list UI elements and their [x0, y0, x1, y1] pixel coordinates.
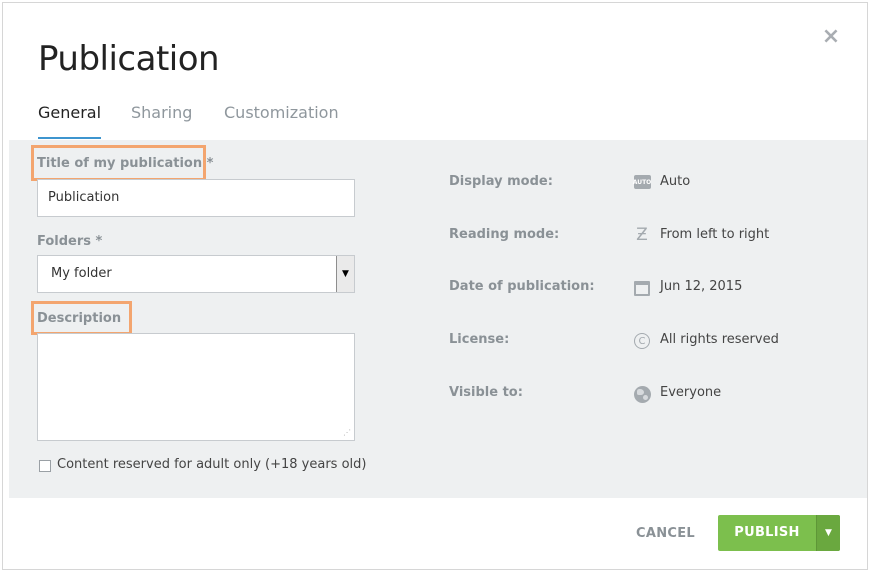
tab-sharing[interactable]: Sharing	[131, 103, 192, 139]
close-icon[interactable]: ×	[821, 26, 841, 48]
dialog-title: Publication	[38, 39, 220, 79]
reading-mode-label: Reading mode:	[449, 227, 560, 242]
reading-mode-value[interactable]: From left to right	[660, 227, 769, 242]
display-mode-label: Display mode:	[449, 174, 553, 189]
title-input-value: Publication	[48, 190, 120, 205]
display-mode-value[interactable]: Auto	[660, 174, 690, 189]
resize-handle-icon[interactable]: ⋰	[343, 428, 351, 437]
general-panel: Title of my publication * Publication Fo…	[9, 140, 867, 498]
adult-content-checkbox[interactable]	[39, 460, 51, 472]
folders-select[interactable]: My folder ▼	[37, 255, 355, 293]
folders-field-label: Folders *	[37, 234, 103, 249]
publish-dropdown-caret-icon[interactable]: ▼	[816, 515, 840, 551]
publish-button[interactable]: PUBLISH ▼	[718, 515, 840, 551]
copyright-icon: C	[633, 332, 651, 350]
publication-date-label: Date of publication:	[449, 279, 595, 294]
auto-icon: AUTO	[633, 173, 651, 191]
license-label: License:	[449, 332, 510, 347]
visible-to-value[interactable]: Everyone	[660, 385, 721, 400]
publish-button-label[interactable]: PUBLISH	[718, 515, 816, 551]
license-value[interactable]: All rights reserved	[660, 332, 779, 347]
cancel-button[interactable]: CANCEL	[636, 526, 695, 541]
description-field-label: Description	[37, 311, 122, 326]
description-textarea[interactable]: ⋰	[37, 333, 355, 441]
chevron-down-icon[interactable]: ▼	[336, 256, 354, 292]
tab-customization[interactable]: Customization	[224, 103, 339, 139]
publication-dialog: × Publication General Sharing Customizat…	[2, 2, 868, 570]
reading-direction-icon: Ƶ	[636, 225, 648, 245]
publication-date-value[interactable]: Jun 12, 2015	[660, 279, 742, 294]
visible-to-label: Visible to:	[449, 385, 523, 400]
globe-icon	[633, 385, 651, 403]
title-input[interactable]: Publication	[37, 179, 355, 217]
folders-select-value: My folder	[51, 266, 112, 281]
adult-content-label[interactable]: Content reserved for adult only (+18 yea…	[57, 457, 366, 472]
title-field-label: Title of my publication *	[37, 156, 214, 171]
tab-general[interactable]: General	[38, 103, 102, 139]
calendar-icon	[633, 279, 651, 297]
